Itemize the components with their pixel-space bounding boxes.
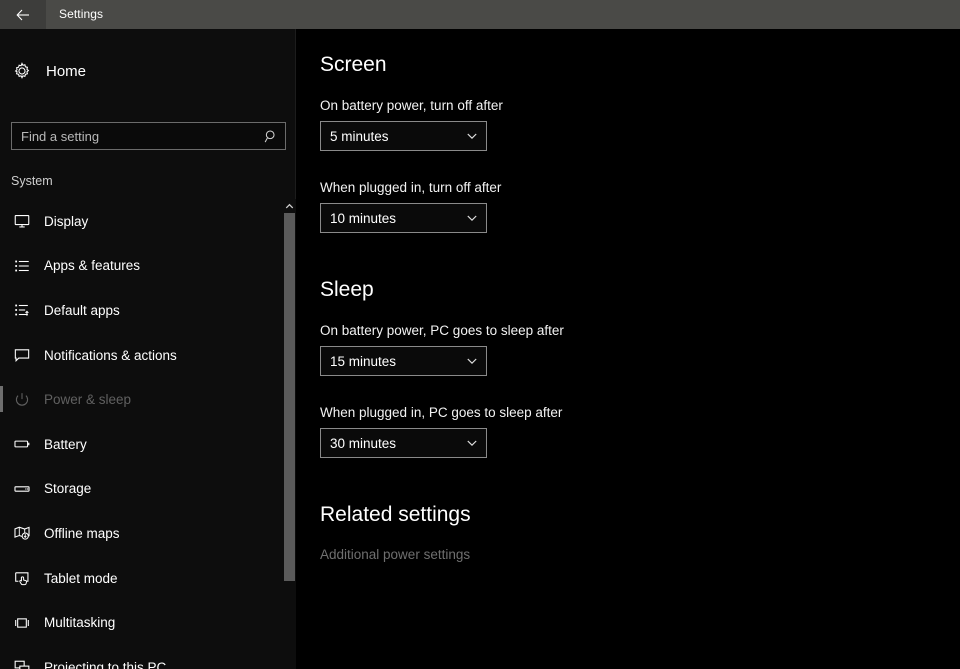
battery-icon bbox=[0, 435, 44, 453]
content-pane: Screen On battery power, turn off after … bbox=[297, 29, 960, 669]
sleep-plugged-dropdown[interactable]: 30 minutes bbox=[320, 428, 487, 458]
speech-bubble-icon bbox=[0, 346, 44, 364]
selection-accent bbox=[0, 431, 3, 457]
search-input[interactable] bbox=[12, 123, 257, 149]
settings-window: Settings Home System bbox=[0, 0, 960, 669]
gear-icon bbox=[0, 62, 44, 80]
chevron-down-icon bbox=[458, 130, 486, 142]
sidebar-group-label: System bbox=[11, 174, 53, 188]
selection-accent bbox=[0, 520, 3, 546]
dropdown-value: 10 minutes bbox=[330, 210, 397, 226]
selection-accent bbox=[0, 654, 3, 669]
projecting-icon bbox=[0, 658, 44, 669]
multitasking-icon bbox=[0, 614, 44, 632]
sleep-plugged-label: When plugged in, PC goes to sleep after bbox=[320, 405, 563, 420]
sidebar-item-label: Display bbox=[44, 213, 89, 229]
screen-section-heading: Screen bbox=[320, 53, 387, 76]
sidebar-item-label: Apps & features bbox=[44, 258, 141, 274]
window-title: Settings bbox=[59, 7, 104, 21]
sidebar-item-label: Notifications & actions bbox=[44, 347, 177, 363]
sleep-section-heading: Sleep bbox=[320, 278, 374, 301]
sidebar-nav-list: Display Apps & features Default apps Not… bbox=[0, 199, 296, 669]
title-bar: Settings bbox=[0, 0, 960, 29]
sidebar-item-projecting-to-this-pc[interactable]: Projecting to this PC bbox=[0, 645, 296, 669]
search-icon[interactable] bbox=[257, 129, 285, 144]
tablet-touch-icon bbox=[0, 569, 44, 587]
sidebar-item-battery[interactable]: Battery bbox=[0, 422, 296, 467]
default-apps-icon bbox=[0, 301, 44, 319]
sidebar-item-label: Tablet mode bbox=[44, 570, 118, 586]
sidebar-item-label: Offline maps bbox=[44, 525, 120, 541]
dropdown-value: 30 minutes bbox=[330, 435, 397, 451]
chevron-down-icon bbox=[458, 437, 486, 449]
storage-icon bbox=[0, 480, 44, 498]
selection-accent bbox=[0, 565, 3, 591]
sidebar-item-power-and-sleep[interactable]: Power & sleep bbox=[0, 377, 296, 422]
selection-accent bbox=[0, 208, 3, 234]
sidebar-item-home[interactable]: Home bbox=[0, 51, 296, 91]
sidebar-item-display[interactable]: Display bbox=[0, 199, 296, 244]
back-button[interactable] bbox=[0, 0, 46, 29]
selection-accent bbox=[0, 386, 3, 413]
sleep-battery-label: On battery power, PC goes to sleep after bbox=[320, 323, 564, 338]
sidebar-item-multitasking[interactable]: Multitasking bbox=[0, 600, 296, 645]
screen-battery-dropdown[interactable]: 5 minutes bbox=[320, 121, 487, 151]
search-box[interactable] bbox=[11, 122, 286, 150]
back-arrow-icon bbox=[16, 9, 29, 20]
sidebar-item-storage[interactable]: Storage bbox=[0, 467, 296, 512]
sidebar-item-tablet-mode[interactable]: Tablet mode bbox=[0, 556, 296, 601]
map-download-icon bbox=[0, 524, 44, 542]
screen-battery-label: On battery power, turn off after bbox=[320, 98, 503, 113]
related-settings-heading: Related settings bbox=[320, 503, 471, 526]
sidebar-item-apps-and-features[interactable]: Apps & features bbox=[0, 244, 296, 289]
sidebar-item-offline-maps[interactable]: Offline maps bbox=[0, 511, 296, 556]
sidebar-item-label: Multitasking bbox=[44, 615, 116, 631]
power-icon bbox=[0, 391, 44, 409]
sidebar-item-label: Storage bbox=[44, 481, 92, 497]
dropdown-value: 15 minutes bbox=[330, 353, 397, 369]
screen-plugged-label: When plugged in, turn off after bbox=[320, 180, 502, 195]
chevron-down-icon bbox=[458, 212, 486, 224]
selection-accent bbox=[0, 609, 3, 635]
sidebar-item-label: Power & sleep bbox=[44, 392, 132, 408]
selection-accent bbox=[0, 253, 3, 279]
monitor-icon bbox=[0, 212, 44, 230]
selection-accent bbox=[0, 342, 3, 368]
sidebar-item-label: Battery bbox=[44, 436, 87, 452]
sleep-battery-dropdown[interactable]: 15 minutes bbox=[320, 346, 487, 376]
sidebar-item-default-apps[interactable]: Default apps bbox=[0, 288, 296, 333]
sidebar-item-label: Projecting to this PC bbox=[44, 659, 167, 669]
selection-accent bbox=[0, 297, 3, 323]
sidebar-home-label: Home bbox=[46, 62, 87, 80]
sidebar-item-label: Default apps bbox=[44, 302, 120, 318]
selection-accent bbox=[0, 476, 3, 502]
sidebar: Home System bbox=[0, 29, 296, 669]
dropdown-value: 5 minutes bbox=[330, 128, 389, 144]
sidebar-item-notifications-and-actions[interactable]: Notifications & actions bbox=[0, 333, 296, 378]
additional-power-settings-link[interactable]: Additional power settings bbox=[320, 547, 470, 562]
app-list-icon bbox=[0, 257, 44, 275]
screen-plugged-dropdown[interactable]: 10 minutes bbox=[320, 203, 487, 233]
chevron-down-icon bbox=[458, 355, 486, 367]
sidebar-scrollbar[interactable] bbox=[283, 199, 296, 669]
chevron-up-icon[interactable] bbox=[283, 199, 296, 213]
scrollbar-thumb[interactable] bbox=[284, 213, 295, 581]
